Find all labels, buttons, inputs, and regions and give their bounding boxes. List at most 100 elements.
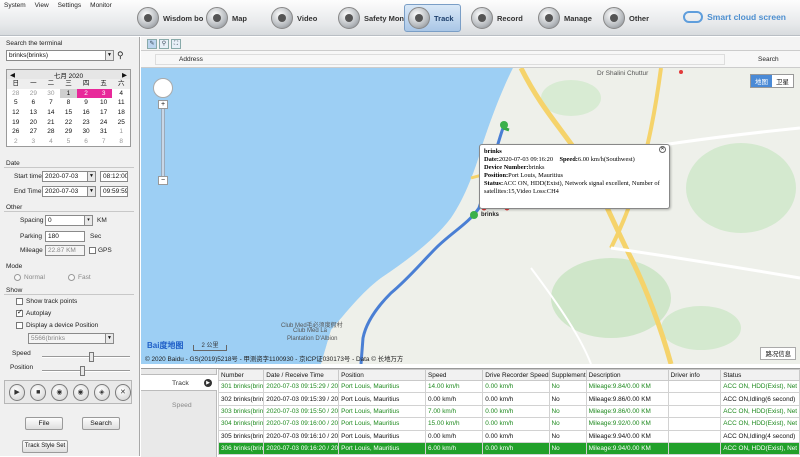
- calendar-day[interactable]: 8: [112, 137, 130, 147]
- position-slider-thumb[interactable]: [80, 366, 85, 376]
- table-row[interactable]: 302 brinks(brin 2020-07-03 09:15:39 / 20 P…: [217, 392, 800, 406]
- calendar-day[interactable]: 6: [25, 98, 43, 108]
- next-month-icon[interactable]: ▶: [122, 71, 127, 79]
- column-header[interactable]: Supplement: [548, 369, 587, 381]
- mode-normal-radio[interactable]: [14, 274, 21, 281]
- table-row[interactable]: 301 brinks(brin 2020-07-03 09:15:29 / 20 P…: [217, 379, 800, 394]
- map-type-satellite[interactable]: 卫星: [772, 75, 793, 87]
- menu-system[interactable]: System: [4, 2, 26, 9]
- close-icon[interactable]: ✕: [659, 146, 666, 153]
- autoplay-checkbox[interactable]: [16, 308, 23, 317]
- mode-fast-radio[interactable]: [68, 274, 75, 281]
- calendar-day[interactable]: 12: [7, 108, 25, 118]
- nav-other[interactable]: Other: [603, 4, 649, 32]
- calendar-day[interactable]: 29: [25, 89, 43, 99]
- prev-month-icon[interactable]: ◀: [10, 71, 15, 79]
- calendar-day[interactable]: 23: [77, 118, 95, 128]
- vehicle-marker-icon[interactable]: [470, 211, 478, 219]
- calendar-day[interactable]: 7: [42, 98, 60, 108]
- map-view[interactable]: Dr Shalini Chuttur brinks Club Med毛必须度假村…: [141, 68, 800, 364]
- map-type-map[interactable]: 地图: [751, 75, 772, 87]
- calendar-day[interactable]: 15: [60, 108, 78, 118]
- calendar-day[interactable]: 1: [112, 127, 130, 137]
- tab-track[interactable]: Track ▶: [141, 374, 217, 391]
- nav-track[interactable]: Track: [404, 4, 461, 32]
- calendar-day[interactable]: 14: [42, 108, 60, 118]
- start-time-field[interactable]: 08:12:00: [100, 171, 128, 182]
- column-header[interactable]: Position: [338, 369, 426, 381]
- calendar-day[interactable]: 22: [60, 118, 78, 128]
- menu-monitor[interactable]: Monitor: [90, 2, 112, 9]
- calendar-day[interactable]: 4: [42, 137, 60, 147]
- column-header[interactable]: Status: [720, 369, 800, 381]
- calendar-day[interactable]: 17: [95, 108, 113, 118]
- address-input[interactable]: [155, 54, 725, 65]
- calendar-day[interactable]: 28: [42, 127, 60, 137]
- calendar-day[interactable]: 3: [94, 88, 113, 99]
- calendar-day[interactable]: 10: [95, 98, 113, 108]
- calendar-day[interactable]: 1: [59, 88, 78, 99]
- calendar-day[interactable]: 31: [95, 127, 113, 137]
- calendar-day[interactable]: 16: [77, 108, 95, 118]
- calendar-day[interactable]: 20: [25, 118, 43, 128]
- show-track-points-checkbox[interactable]: [16, 298, 23, 305]
- calendar-day[interactable]: 3: [25, 137, 43, 147]
- column-header[interactable]: Driver info: [667, 369, 722, 381]
- record-stop-icon[interactable]: ◉: [72, 383, 89, 401]
- calendar-day[interactable]: 25: [112, 118, 130, 128]
- gps-checkbox[interactable]: [89, 247, 96, 254]
- search-icon[interactable]: ⚲: [117, 50, 124, 61]
- calendar-day[interactable]: 2: [77, 88, 95, 99]
- parking-field[interactable]: 180: [45, 231, 85, 242]
- calendar-day[interactable]: 30: [77, 127, 95, 137]
- nav-record[interactable]: Record: [471, 4, 523, 32]
- table-row[interactable]: 304 brinks(brin 2020-07-03 09:16:00 / 20 P…: [217, 417, 800, 431]
- calendar-day[interactable]: 11: [112, 98, 130, 108]
- speed-slider[interactable]: [42, 356, 130, 358]
- nav-safety-monitor[interactable]: Safety Mon: [338, 4, 404, 32]
- calendar-day[interactable]: 18: [112, 108, 130, 118]
- calendar-day[interactable]: 9: [77, 98, 95, 108]
- nav-map[interactable]: Map: [206, 4, 247, 32]
- map-search-button[interactable]: Search: [758, 56, 779, 63]
- traffic-info-button[interactable]: 路况信息: [760, 347, 796, 360]
- display-device-checkbox[interactable]: [16, 322, 23, 329]
- file-button[interactable]: File: [25, 417, 63, 430]
- map-pan-icon[interactable]: [153, 78, 173, 98]
- calendar-day[interactable]: 5: [60, 137, 78, 147]
- calendar-day[interactable]: 2: [7, 137, 25, 147]
- calendar-day[interactable]: 8: [60, 98, 78, 108]
- spacing-stepper[interactable]: ▾: [84, 215, 93, 226]
- table-row[interactable]: 306 brinks(brin 2020-07-03 09:16:20 / 20 P…: [217, 441, 800, 456]
- chevron-down-icon[interactable]: ▼: [87, 171, 96, 182]
- column-header[interactable]: Drive Recorder Speed: [482, 369, 550, 381]
- play-icon[interactable]: ▶: [9, 383, 26, 401]
- calendar-day[interactable]: 4: [112, 89, 130, 99]
- calendar-day[interactable]: 19: [7, 118, 25, 128]
- calendar-day[interactable]: 7: [95, 137, 113, 147]
- end-date-field[interactable]: 2020-07-03: [42, 186, 88, 197]
- start-date-field[interactable]: 2020-07-03: [42, 171, 88, 182]
- calendar-day[interactable]: 30: [42, 89, 60, 99]
- calendar-day[interactable]: 28: [7, 89, 25, 99]
- search-button[interactable]: Search: [82, 417, 120, 430]
- terminal-select[interactable]: brinks(brinks): [6, 50, 106, 61]
- start-marker-icon[interactable]: [500, 121, 508, 129]
- calendar-day[interactable]: 24: [95, 118, 113, 128]
- column-header[interactable]: Date / Receive Time: [263, 369, 340, 381]
- calendar-day[interactable]: 26: [7, 127, 25, 137]
- speed-slider-thumb[interactable]: [89, 352, 94, 362]
- nav-video[interactable]: Video: [271, 4, 317, 32]
- fullscreen-tool-icon[interactable]: ⛶: [171, 38, 181, 49]
- record-start-icon[interactable]: ◉: [51, 383, 68, 401]
- calendar-day[interactable]: 29: [60, 127, 78, 137]
- export-icon[interactable]: ◈: [93, 383, 110, 401]
- nav-manage[interactable]: Manage: [538, 4, 592, 32]
- smart-cloud-screen-button[interactable]: Smart cloud screen: [683, 11, 786, 23]
- end-time-field[interactable]: 09:59:59: [100, 186, 128, 197]
- zoom-in-icon[interactable]: +: [158, 100, 168, 109]
- chevron-down-icon[interactable]: ▼: [105, 50, 114, 61]
- zoom-out-icon[interactable]: −: [158, 176, 168, 185]
- calendar-day[interactable]: 5: [7, 98, 25, 108]
- menu-settings[interactable]: Settings: [58, 2, 82, 9]
